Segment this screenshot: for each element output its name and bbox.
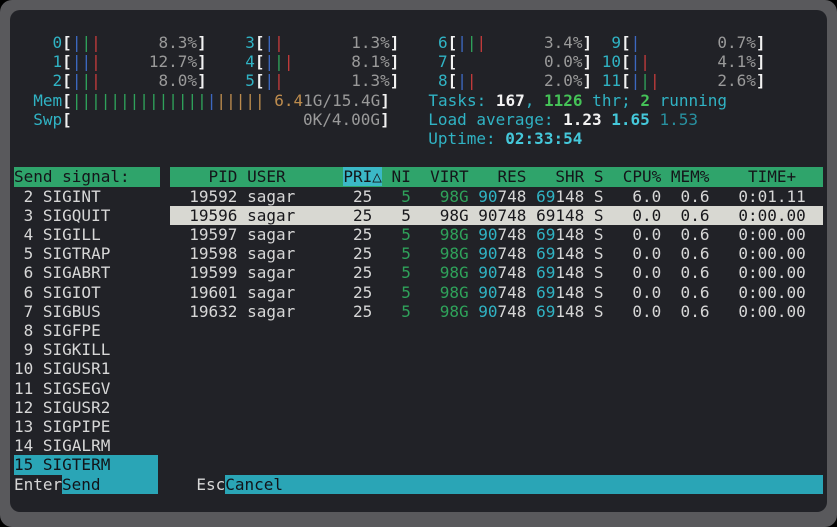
uptime: Uptime: 02:33:54 (428, 129, 582, 148)
cpu-meter-7: 7[ 0.0%] (428, 52, 592, 71)
esc-key[interactable]: Esc (196, 475, 225, 494)
signal-item-SIGABRT[interactable]: 6 SIGABRT (14, 263, 160, 282)
signal-item-SIGUSR1[interactable]: 10 SIGUSR1 (14, 359, 160, 378)
signal-item-SIGFPE[interactable]: 8 SIGFPE (14, 321, 160, 340)
process-row-19599[interactable]: 19599 sagar 25 5 98G 90748 69148 S 0.0 0… (170, 263, 823, 282)
load-average: Load average: 1.23 1.65 1.53 (428, 110, 698, 129)
uptime-line: Uptime: 02:33:54 (14, 129, 582, 148)
cpu-meter-line-0: 0[||| 8.3%] 3[|| 1.3%] 6[||| 3.4%] 9[| 0… (14, 33, 766, 52)
window-frame: 0[||| 8.3%] 3[|| 1.3%] 6[||| 3.4%] 9[| 0… (0, 0, 837, 527)
signal-item-SIGILL[interactable]: 4 SIGILL (14, 225, 160, 244)
signal-item-SIGALRM[interactable]: 14 SIGALRM (14, 436, 160, 455)
cpu-meter-4: 4[||| 8.1%] (236, 52, 400, 71)
process-row-19601[interactable]: 19601 sagar 25 5 98G 90748 69148 S 0.0 0… (170, 283, 823, 302)
signal-item-SIGTRAP[interactable]: 5 SIGTRAP (14, 244, 160, 263)
swp-load-line: Swp[ 0K/4.00G] Load average: 1.23 1.65 1… (14, 110, 698, 129)
signal-item-SIGBUS[interactable]: 7 SIGBUS (14, 302, 160, 321)
cpu-meter-1: 1[||| 12.7%] (43, 52, 207, 71)
cpu-meter-6: 6[||| 3.4%] (428, 33, 592, 52)
swp-meter: Swp[ 0K/4.00G] (33, 110, 389, 129)
cancel-button[interactable]: Cancel (225, 475, 823, 494)
table-header-row[interactable]: PID USER PRI△ NI VIRT RES SHR S CPU% MEM… (170, 167, 823, 186)
htop-terminal: 0[||| 8.3%] 3[|| 1.3%] 6[||| 3.4%] 9[| 0… (10, 10, 827, 512)
cpu-meter-8: 8[|| 2.0%] (428, 71, 592, 90)
process-row-19592[interactable]: 19592 sagar 25 5 98G 90748 69148 S 6.0 0… (170, 187, 823, 206)
enter-key[interactable]: Enter (14, 475, 62, 494)
mem-tasks-line: Mem[|||||||||||||||||||| 6.41G/15.4G] Ta… (14, 91, 727, 110)
signal-item-SIGINT[interactable]: 2 SIGINT (14, 187, 160, 206)
process-table: PID USER PRI△ NI VIRT RES SHR S CPU% MEM… (170, 167, 823, 475)
signal-panel-title: Send signal: (14, 167, 160, 186)
signal-item-SIGKILL[interactable]: 9 SIGKILL (14, 340, 160, 359)
signal-item-SIGQUIT[interactable]: 3 SIGQUIT (14, 206, 160, 225)
column-header-pri-sort[interactable]: PRI△ (343, 167, 382, 186)
cpu-meter-9: 9[| 0.7%] (602, 33, 766, 52)
cpu-meter-2: 2[||| 8.0%] (43, 71, 207, 90)
cpu-meter-0: 0[||| 8.3%] (43, 33, 207, 52)
process-row-19597[interactable]: 19597 sagar 25 5 98G 90748 69148 S 0.0 0… (170, 225, 823, 244)
cpu-meter-line-1: 1[||| 12.7%] 4[||| 8.1%] 7[ 0.0%] 10[|| … (14, 52, 766, 71)
function-bar: Enter Send Esc Cancel (10, 475, 827, 494)
cpu-meter-line-2: 2[||| 8.0%] 5[|| 1.3%] 8[|| 2.0%] 11[|||… (14, 71, 766, 90)
process-row-19598[interactable]: 19598 sagar 25 5 98G 90748 69148 S 0.0 0… (170, 244, 823, 263)
send-button[interactable]: Send (62, 475, 158, 494)
cpu-meter-11: 11[||| 2.6%] (602, 71, 766, 90)
process-row-19596[interactable]: 19596 sagar 25 5 98G 90748 69148 S 0.0 0… (170, 206, 823, 225)
signal-item-SIGSEGV[interactable]: 11 SIGSEGV (14, 379, 160, 398)
signal-item-SIGUSR2[interactable]: 12 SIGUSR2 (14, 398, 160, 417)
cpu-meter-10: 10[|| 4.1%] (602, 52, 766, 71)
signal-item-SIGTERM[interactable]: 15 SIGTERM (14, 455, 158, 474)
signal-panel: Send signal: 2 SIGINT 3 SIGQUIT 4 SIGILL… (14, 167, 160, 475)
signal-item-SIGPIPE[interactable]: 13 SIGPIPE (14, 417, 160, 436)
mem-meter: Mem[|||||||||||||||||||| 6.41G/15.4G] (33, 91, 390, 110)
cpu-meter-5: 5[|| 1.3%] (236, 71, 400, 90)
tasks-summary: Tasks: 167, 1126 thr; 2 running (428, 91, 727, 110)
cpu-meter-3: 3[|| 1.3%] (236, 33, 400, 52)
process-row-19632[interactable]: 19632 sagar 25 5 98G 90748 69148 S 0.0 0… (170, 302, 823, 321)
signal-item-SIGIOT[interactable]: 6 SIGIOT (14, 283, 160, 302)
